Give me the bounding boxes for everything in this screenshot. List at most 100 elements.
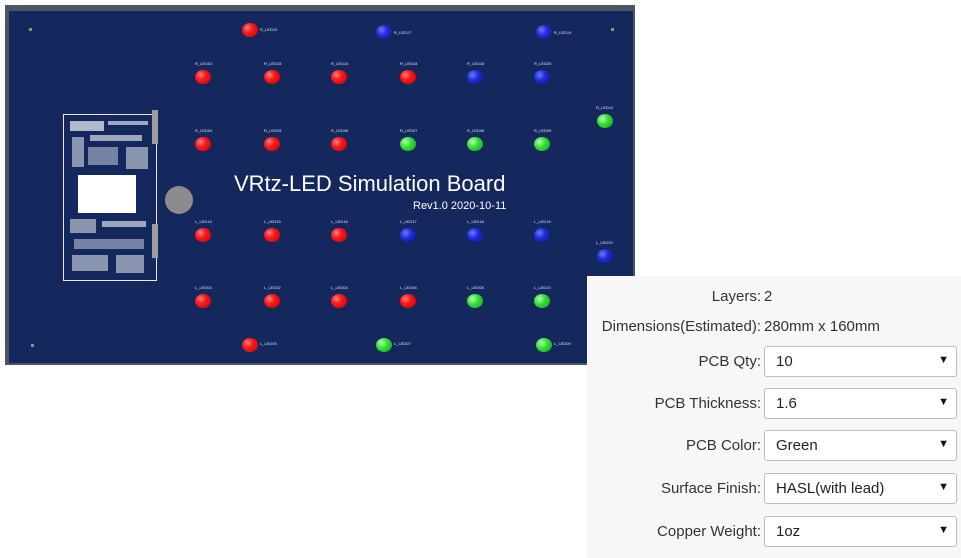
surface-finish-select[interactable]: HASL(with lead) ▼	[764, 473, 957, 504]
led-label: L_LED18	[467, 219, 484, 224]
dimensions-label: Dimensions(Estimated):	[601, 318, 761, 335]
module-trace	[102, 221, 146, 227]
led-label: L_LED14	[195, 219, 212, 224]
led-label: R_LED12	[596, 105, 614, 110]
pcb-qty-value: 10	[776, 353, 793, 370]
led-label: R_LED07	[400, 128, 418, 133]
pcb-thickness-label: PCB Thickness:	[654, 395, 761, 412]
led-label: L_LED20	[596, 240, 613, 245]
dimensions-value: 280mm x 160mm	[764, 318, 880, 335]
pcb-thickness-value: 1.6	[776, 395, 797, 412]
led-label: L_LED02	[264, 285, 281, 290]
led-green	[534, 137, 550, 151]
led-label: L_LED19	[534, 219, 551, 224]
led-blue	[467, 70, 483, 84]
pcb-color-label: PCB Color:	[685, 437, 761, 454]
led-red	[264, 228, 280, 242]
led-label: R_LED08	[467, 128, 485, 133]
led-red	[242, 338, 258, 352]
layers-value: 2	[764, 288, 773, 305]
module-trace	[72, 255, 108, 271]
microcontroller-module	[63, 114, 157, 281]
led-label: R_LED03	[195, 61, 213, 66]
led-blue	[597, 249, 613, 263]
pcb-thickness-select[interactable]: 1.6 ▼	[764, 388, 957, 419]
led-red	[195, 137, 211, 151]
led-label: R_LED04	[195, 128, 213, 133]
led-blue	[400, 228, 416, 242]
led-red	[195, 70, 211, 84]
header-connector	[152, 110, 158, 144]
led-blue	[467, 228, 483, 242]
chevron-down-icon: ▼	[938, 396, 949, 408]
led-label: R_LED20	[534, 61, 552, 66]
led-red	[331, 137, 347, 151]
led-label: L_LED03	[195, 285, 212, 290]
led-label: L_LED06	[400, 285, 417, 290]
led-label: R_LED16	[467, 61, 485, 66]
led-label: R_LED14	[331, 61, 349, 66]
led-label: R_LED05	[264, 128, 282, 133]
led-red	[331, 228, 347, 242]
led-green	[467, 294, 483, 308]
led-label: R_LED15	[264, 61, 282, 66]
led-red	[400, 70, 416, 84]
led-green	[400, 137, 416, 151]
led-label: R_LED18	[400, 61, 418, 66]
pcb-board-preview: VRtz-LED Simulation Board Rev1.0 2020-10…	[9, 11, 633, 363]
header-connector	[152, 224, 158, 258]
module-trace	[108, 121, 148, 125]
led-label: R_LED19	[554, 30, 572, 35]
led-label: L_LED16	[331, 219, 348, 224]
pcb-qty-select[interactable]: 10 ▼	[764, 346, 957, 377]
led-label: L_LED08	[467, 285, 484, 290]
module-trace	[72, 137, 84, 167]
surface-finish-label: Surface Finish:	[660, 480, 761, 497]
led-blue	[534, 70, 550, 84]
led-label: L_LED15	[264, 219, 281, 224]
led-green	[536, 338, 552, 352]
led-green	[467, 137, 483, 151]
board-title: VRtz-LED Simulation Board	[234, 171, 506, 196]
layers-label: Layers:	[711, 288, 761, 305]
led-red	[331, 294, 347, 308]
led-red	[195, 228, 211, 242]
pcb-color-value: Green	[776, 437, 818, 454]
copper-weight-value: 1oz	[776, 523, 801, 540]
led-label: L_LED10	[534, 285, 551, 290]
led-label: R_LED06	[331, 128, 349, 133]
module-trace	[126, 147, 148, 169]
chevron-down-icon: ▼	[938, 524, 949, 536]
mounting-hole	[165, 186, 193, 214]
led-green	[597, 114, 613, 128]
led-red	[264, 70, 280, 84]
chevron-down-icon: ▼	[938, 438, 949, 450]
module-trace	[90, 135, 142, 141]
led-green	[534, 294, 550, 308]
led-red	[242, 23, 258, 37]
chevron-down-icon: ▼	[938, 481, 949, 493]
led-label: L_LED17	[400, 219, 417, 224]
pcb-spec-panel: Layers: 2 Dimensions(Estimated): 280mm x…	[587, 276, 961, 558]
led-label: R_LED13	[260, 27, 278, 32]
led-blue	[534, 228, 550, 242]
led-label: L_LED04	[331, 285, 348, 290]
led-red	[264, 137, 280, 151]
pcb-qty-label: PCB Qty:	[698, 353, 761, 370]
corner-marker	[31, 344, 34, 347]
led-label: L_LED05	[260, 341, 277, 346]
copper-weight-select[interactable]: 1oz ▼	[764, 516, 957, 547]
led-label: R_LED17	[394, 30, 412, 35]
corner-marker	[29, 28, 32, 31]
corner-marker	[611, 28, 614, 31]
led-red	[331, 70, 347, 84]
module-trace	[88, 147, 118, 165]
copper-weight-label: Copper Weight:	[657, 523, 761, 540]
led-red	[400, 294, 416, 308]
led-red	[264, 294, 280, 308]
pcb-color-select[interactable]: Green ▼	[764, 430, 957, 461]
module-trace	[116, 255, 144, 273]
led-blue	[376, 25, 392, 39]
led-label: L_LED07	[394, 341, 411, 346]
board-revision: Rev1.0 2020-10-11	[413, 200, 507, 212]
